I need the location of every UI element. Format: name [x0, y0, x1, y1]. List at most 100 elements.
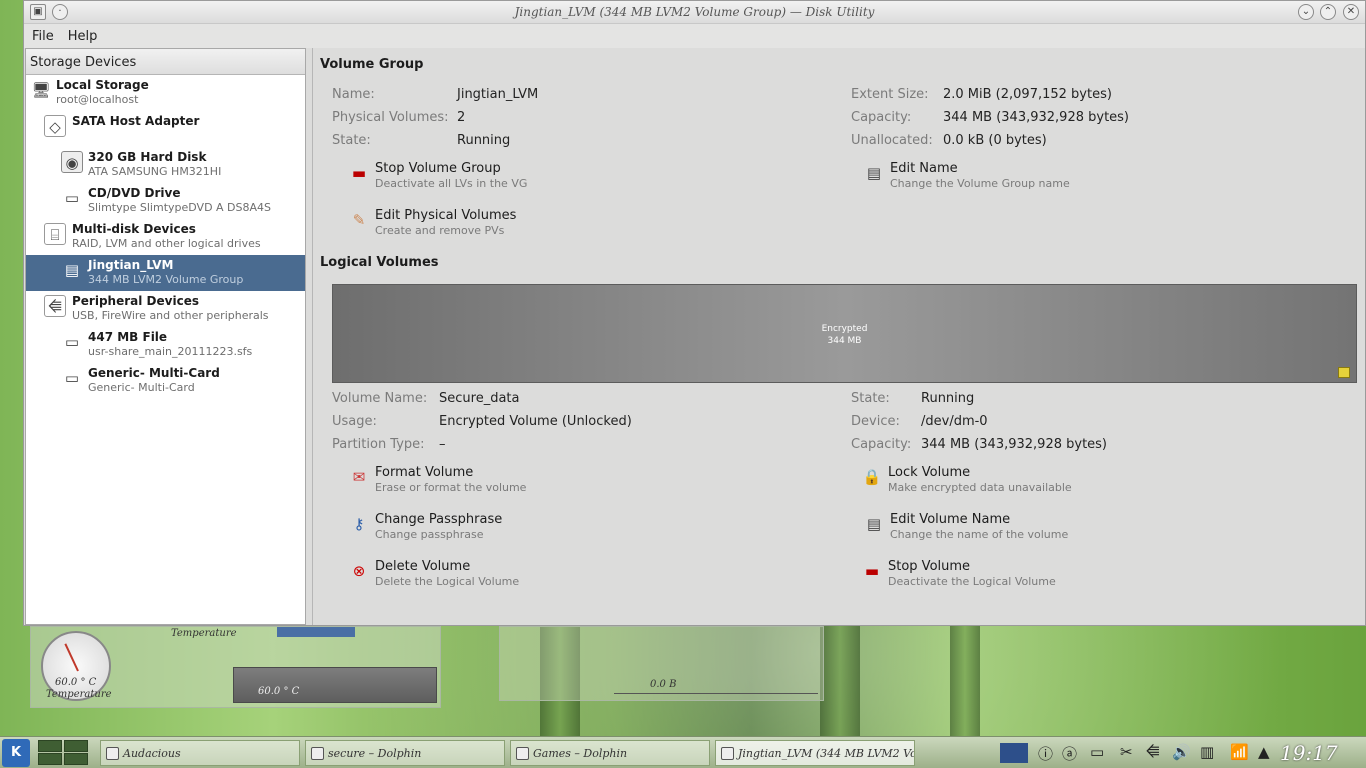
- taskbar: K Audacious secure – Dolphin Games – Dol…: [0, 736, 1366, 768]
- sidebar-item-cd-dvd[interactable]: ▭ CD/DVD Drive Slimtype SlimtypeDVD A DS…: [26, 183, 305, 219]
- delete-volume-button[interactable]: ⊗ Delete Volume Delete the Logical Volum…: [349, 559, 609, 591]
- sidebar-item-hard-disk[interactable]: ◉ 320 GB Hard Disk ATA SAMSUNG HM321HI: [26, 147, 305, 183]
- action-description: Deactivate the Logical Volume: [888, 575, 1056, 588]
- lv-partition-type-value: –: [439, 437, 446, 452]
- sidebar-item-sublabel: ATA SAMSUNG HM321HI: [88, 165, 222, 178]
- logical-volume-bar[interactable]: Encrypted 344 MB: [332, 284, 1357, 383]
- pager-desktop-2[interactable]: [64, 740, 88, 752]
- lock-volume-button[interactable]: 🔒 Lock Volume Make encrypted data unavai…: [862, 465, 1122, 497]
- action-description: Deactivate all LVs in the VG: [375, 177, 528, 190]
- volume-icon[interactable]: 🔊: [1172, 743, 1191, 761]
- close-button[interactable]: ✕: [1343, 4, 1359, 20]
- action-description: Change the Volume Group name: [890, 177, 1070, 190]
- change-passphrase-button[interactable]: ⚷ Change Passphrase Change passphrase: [349, 512, 609, 544]
- lv-device-label: Device:: [851, 414, 900, 429]
- gauge-value: 60.0 ° C: [55, 677, 97, 688]
- scissors-icon[interactable]: ✂: [1120, 743, 1133, 761]
- sidebar-item-label: CD/DVD Drive: [88, 186, 181, 200]
- computer-icon: 🖥: [31, 81, 51, 99]
- task-audacious[interactable]: Audacious: [100, 740, 300, 766]
- usb-tray-icon[interactable]: ⭅: [1146, 743, 1160, 761]
- wallpaper-bamboo: [820, 626, 860, 736]
- vg-name-value: Jingtian_LVM: [457, 87, 539, 102]
- format-icon: ✉: [352, 468, 366, 486]
- delete-icon: ⊗: [352, 562, 366, 580]
- action-description: Erase or format the volume: [375, 481, 527, 494]
- pager-desktop-1[interactable]: [38, 740, 62, 752]
- stop-volume-button[interactable]: ▬ Stop Volume Deactivate the Logical Vol…: [862, 559, 1122, 591]
- wifi-icon[interactable]: 📶: [1230, 743, 1249, 761]
- stop-drive-icon: ▬: [864, 562, 880, 580]
- sidebar-item-local-storage[interactable]: 🖥 Local Storage root@localhost: [26, 75, 305, 111]
- vg-pv-value: 2: [457, 110, 466, 125]
- format-volume-button[interactable]: ✉ Format Volume Erase or format the volu…: [349, 465, 609, 497]
- lv-state-value: Running: [921, 391, 975, 406]
- task-secure-dolphin[interactable]: secure – Dolphin: [305, 740, 505, 766]
- sidebar-item-sublabel: 344 MB LVM2 Volume Group: [88, 273, 244, 286]
- clock[interactable]: 19:17: [1280, 741, 1338, 765]
- maximize-button[interactable]: ⌃: [1320, 4, 1336, 20]
- edit-name-icon: ▤: [866, 164, 882, 182]
- battery-icon[interactable]: ▥: [1200, 743, 1214, 761]
- action-title: Edit Physical Volumes: [375, 208, 517, 223]
- action-description: Make encrypted data unavailable: [888, 481, 1072, 494]
- volume-bar-size: 344 MB: [827, 336, 862, 346]
- task-games-dolphin[interactable]: Games – Dolphin: [510, 740, 710, 766]
- lv-capacity-label: Capacity:: [851, 437, 912, 452]
- sidebar-item-sublabel: USB, FireWire and other peripherals: [72, 309, 269, 322]
- edit-physical-volumes-button[interactable]: ✎ Edit Physical Volumes Create and remov…: [349, 208, 609, 240]
- edit-volume-name-button[interactable]: ▤ Edit Volume Name Change the name of th…: [864, 512, 1124, 544]
- kde-menu-icon[interactable]: K: [2, 739, 30, 767]
- title-bar[interactable]: ▣ · Jingtian_LVM (344 MB LVM2 Volume Gro…: [24, 1, 1365, 24]
- temperature-graph: 60.0 ° C: [233, 667, 437, 703]
- graph-header-bar: [277, 627, 355, 637]
- pager-desktop-4[interactable]: [64, 753, 88, 765]
- content-area: Storage Devices 🖥 Local Storage root@loc…: [24, 48, 1365, 625]
- sidebar-item-jingtian-lvm[interactable]: ▤ Jingtian_LVM 344 MB LVM2 Volume Group: [26, 255, 305, 291]
- sidebar-item-sata-adapter[interactable]: ◇ SATA Host Adapter: [26, 111, 305, 147]
- device-notifier-icon[interactable]: ▭: [1090, 743, 1104, 761]
- vg-unallocated-value: 0.0 kB (0 bytes): [943, 133, 1047, 148]
- temperature-widget[interactable]: 60.0 ° C Temperature Temperature 60.0 ° …: [30, 626, 441, 708]
- menu-bar: File Help: [24, 24, 1365, 48]
- action-title: Edit Volume Name: [890, 512, 1011, 527]
- card-reader-icon: ▭: [64, 369, 80, 387]
- show-desktop-icon[interactable]: [1000, 743, 1028, 763]
- graph-label: Temperature: [171, 628, 237, 639]
- lock-icon: 🔒: [862, 468, 882, 486]
- sidebar-item-label: SATA Host Adapter: [72, 114, 200, 128]
- graph-value: 60.0 ° C: [258, 686, 300, 697]
- lv-device-value: /dev/dm-0: [921, 414, 988, 429]
- desktop-pager[interactable]: [38, 740, 90, 766]
- storage-devices-header[interactable]: Storage Devices: [26, 49, 305, 75]
- expand-tray-icon[interactable]: ▲: [1258, 743, 1270, 761]
- sidebar-item-sublabel: Generic- Multi-Card: [88, 381, 195, 394]
- lv-name-label: Volume Name:: [332, 391, 428, 406]
- network-widget[interactable]: 0.0 B: [499, 626, 824, 701]
- unlocked-icon: [1338, 367, 1350, 378]
- action-title: Stop Volume: [888, 559, 971, 574]
- sidebar-item-multi-card[interactable]: ▭ Generic- Multi-Card Generic- Multi-Car…: [26, 363, 305, 399]
- task-disk-utility[interactable]: Jingtian_LVM (344 MB LVM2 Vo: [715, 740, 915, 766]
- vg-capacity-label: Capacity:: [851, 110, 912, 125]
- storage-devices-panel: Storage Devices 🖥 Local Storage root@loc…: [25, 48, 306, 625]
- klipper-icon[interactable]: ⓘ: [1038, 743, 1053, 764]
- sidebar-item-447mb-file[interactable]: ▭ 447 MB File usr-share_main_20111223.sf…: [26, 327, 305, 363]
- sidebar-item-peripheral[interactable]: ⭅ Peripheral Devices USB, FireWire and o…: [26, 291, 305, 327]
- stop-volume-group-button[interactable]: ▬ Stop Volume Group Deactivate all LVs i…: [349, 161, 609, 193]
- volume-bar-type: Encrypted: [821, 324, 868, 334]
- menu-file[interactable]: File: [32, 29, 54, 44]
- vg-extent-label: Extent Size:: [851, 87, 929, 102]
- menu-help[interactable]: Help: [68, 29, 98, 44]
- sidebar-item-label: Multi-disk Devices: [72, 222, 196, 236]
- audacious-tray-icon[interactable]: ⓐ: [1062, 743, 1077, 764]
- pager-desktop-3[interactable]: [38, 753, 62, 765]
- sidebar-item-multidisk[interactable]: ⌸ Multi-disk Devices RAID, LVM and other…: [26, 219, 305, 255]
- sidebar-item-sublabel: root@localhost: [56, 93, 139, 106]
- sidebar-item-sublabel: usr-share_main_20111223.sfs: [88, 345, 253, 358]
- sidebar-item-label: Jingtian_LVM: [88, 258, 174, 272]
- volume-group-icon: ▤: [64, 261, 80, 279]
- task-label: Audacious: [123, 747, 181, 760]
- edit-vg-name-button[interactable]: ▤ Edit Name Change the Volume Group name: [864, 161, 1124, 193]
- minimize-button[interactable]: ⌄: [1298, 4, 1314, 20]
